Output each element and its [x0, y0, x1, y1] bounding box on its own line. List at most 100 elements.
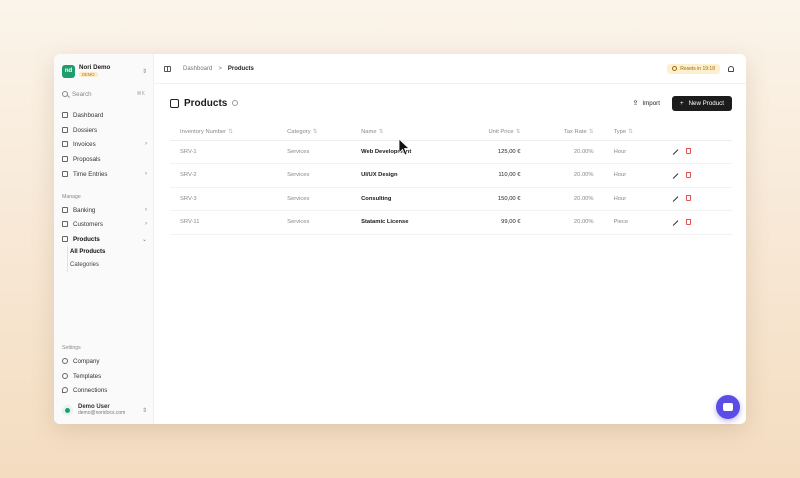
plus-icon: +: [679, 99, 684, 107]
sidebar-item-dashboard[interactable]: Dashboard: [62, 109, 147, 121]
cell-actions: [661, 140, 732, 164]
cell-inventory: SRV-2: [170, 163, 278, 188]
org-switcher[interactable]: nd Nori Demo DEMO ⇕: [62, 62, 147, 80]
chevron-down-icon: ⌄: [141, 236, 147, 243]
sidebar-item-invoices[interactable]: Invoices ›: [62, 138, 147, 150]
box-icon: [170, 98, 179, 108]
sidebar-item-connections[interactable]: Connections: [62, 384, 147, 396]
submenu-line: [67, 246, 68, 272]
delete-trash-icon[interactable]: [686, 171, 692, 178]
chat-button[interactable]: [716, 395, 740, 419]
cell-inventory: SRV-11: [170, 210, 278, 235]
products-table: Inventory Number ⇅ Category ⇅ Name ⇅ Unit P…: [170, 124, 732, 235]
cell-price: 150,00 €: [454, 187, 531, 211]
sidebar-subitem-all-products[interactable]: All Products: [70, 249, 105, 255]
cell-tax: 20.00%: [530, 187, 604, 211]
import-button[interactable]: ⇪ Import: [627, 96, 666, 110]
breadcrumb: Dashboard > Products: [183, 66, 254, 72]
section-label-manage: Manage: [62, 194, 81, 200]
app-window: nd Nori Demo DEMO ⇕ Search ⌘K Dashboard …: [54, 54, 746, 424]
mouse-cursor-icon: [398, 138, 410, 156]
cell-actions: [661, 187, 732, 211]
sidebar-item-customers[interactable]: Customers ›: [62, 218, 147, 230]
pin-icon: [62, 387, 68, 393]
delete-trash-icon[interactable]: [686, 218, 692, 225]
folder-icon: [62, 127, 68, 133]
bank-icon: [62, 207, 68, 213]
search-input[interactable]: Search ⌘K: [62, 88, 145, 100]
cell-actions: [661, 163, 732, 188]
edit-pencil-icon[interactable]: [671, 171, 679, 179]
new-product-button[interactable]: + New Product: [671, 95, 732, 111]
cell-tax: 20.00%: [530, 210, 604, 235]
top-bar: Dashboard > Products Resets in 19:18: [154, 54, 746, 84]
cell-category: Services: [277, 210, 352, 235]
breadcrumb-separator: >: [218, 65, 222, 72]
cell-category: Services: [277, 187, 352, 211]
column-tax-rate[interactable]: Tax Rate ⇅: [530, 124, 604, 141]
delete-trash-icon[interactable]: [686, 148, 692, 155]
chevron-right-icon: ›: [145, 221, 147, 227]
chevron-updown-icon[interactable]: ⇕: [142, 68, 147, 75]
clock-icon: [672, 66, 678, 71]
table-row[interactable]: SRV-1 Services Web Development 125,00 € …: [170, 140, 732, 164]
sidebar-item-time-entries[interactable]: Time Entries ›: [62, 168, 147, 180]
globe-icon: [62, 358, 68, 364]
table-row[interactable]: SRV-2 Services UI/UX Design 110,00 € 20.…: [170, 163, 732, 188]
sidebar-toggle-icon[interactable]: [164, 65, 171, 72]
sort-icon: ⇅: [588, 128, 594, 135]
sidebar-item-products[interactable]: Products ⌄: [62, 233, 147, 245]
org-name: Nori Demo: [79, 64, 111, 71]
column-inventory-number[interactable]: Inventory Number ⇅: [170, 124, 278, 141]
table-header-row: Inventory Number ⇅ Category ⇅ Name ⇅ Unit P…: [170, 124, 732, 141]
cell-category: Services: [277, 163, 352, 188]
cell-name: Statamic License: [351, 210, 455, 235]
cell-type: Hour: [603, 187, 662, 211]
sidebar-item-dossiers[interactable]: Dossiers: [62, 124, 147, 136]
edit-pencil-icon[interactable]: [671, 218, 679, 226]
chevron-updown-icon[interactable]: ⇕: [142, 407, 147, 414]
user-icon: [65, 407, 70, 413]
cell-actions: [661, 210, 732, 235]
sort-icon: ⇅: [515, 128, 521, 135]
chevron-right-icon: ›: [145, 171, 147, 177]
chevron-right-icon: ›: [145, 141, 147, 147]
user-email: demo@noridocs.com: [78, 410, 126, 416]
cell-name: UI/UX Design: [351, 163, 455, 188]
cell-name: Consulting: [351, 187, 455, 211]
search-shortcut: ⌘K: [136, 91, 145, 97]
sidebar-item-proposals[interactable]: Proposals: [62, 153, 147, 165]
section-label-settings: Settings: [62, 345, 81, 351]
chevron-right-icon: ›: [145, 207, 147, 213]
users-icon: [62, 221, 68, 227]
edit-pencil-icon[interactable]: [671, 194, 679, 203]
breadcrumb-dashboard[interactable]: Dashboard: [183, 66, 212, 72]
info-icon[interactable]: [232, 100, 239, 106]
org-logo-icon: nd: [62, 64, 75, 78]
cell-inventory: SRV-3: [170, 187, 278, 211]
cell-type: Piece: [603, 210, 662, 235]
cell-tax: 20.00%: [530, 140, 604, 164]
bell-icon[interactable]: [728, 65, 734, 72]
dashboard-icon: [62, 112, 68, 118]
breadcrumb-current: Products: [227, 65, 254, 72]
sidebar-item-company[interactable]: Company: [62, 355, 147, 367]
user-menu[interactable]: Demo User demo@noridocs.com ⇕: [62, 402, 147, 418]
sort-icon: ⇅: [228, 128, 233, 135]
table-row[interactable]: SRV-3 Services Consulting 150,00 € 20.00…: [170, 187, 732, 211]
sidebar: nd Nori Demo DEMO ⇕ Search ⌘K Dashboard …: [54, 54, 154, 424]
chat-bubble-icon: [723, 403, 733, 411]
sidebar-item-banking[interactable]: Banking ›: [62, 204, 147, 216]
proposal-icon: [62, 156, 68, 162]
sort-icon: ⇅: [378, 128, 384, 135]
sidebar-item-templates[interactable]: Templates: [62, 370, 147, 382]
column-type[interactable]: Type ⇅: [603, 124, 662, 141]
palette-icon: [62, 373, 68, 379]
table-row[interactable]: SRV-11 Services Statamic License 99,00 €…: [170, 210, 732, 235]
column-unit-price[interactable]: Unit Price ⇅: [454, 124, 531, 141]
edit-pencil-icon[interactable]: [671, 147, 679, 156]
column-category[interactable]: Category ⇅: [277, 124, 352, 141]
cell-type: Hour: [603, 163, 662, 188]
delete-trash-icon[interactable]: [686, 195, 692, 202]
sidebar-subitem-categories[interactable]: Categories: [70, 262, 99, 268]
